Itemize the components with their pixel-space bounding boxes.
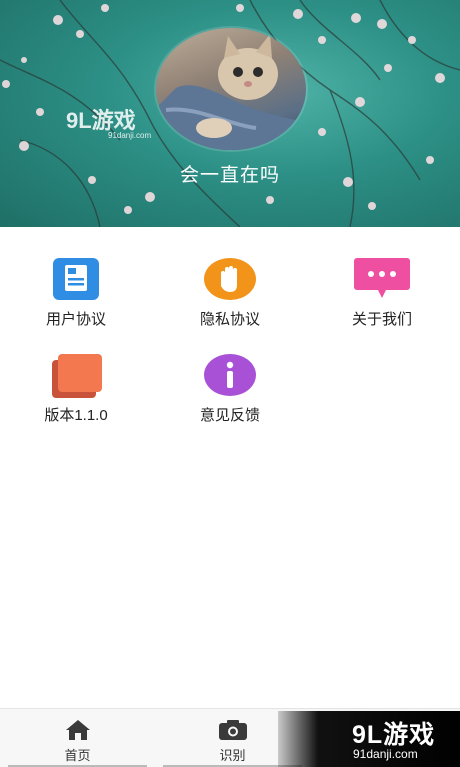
stacked-cards-icon [52, 354, 102, 398]
tab-home-label: 首页 [64, 748, 91, 763]
menu-label: 版本1.1.0 [44, 407, 108, 424]
tab-home[interactable]: 首页 [0, 709, 155, 767]
document-icon [52, 258, 100, 300]
menu-label: 隐私协议 [199, 311, 260, 328]
cat-photo-icon [156, 34, 306, 150]
info-icon [204, 354, 256, 396]
menu-about-us[interactable]: 关于我们 [322, 258, 442, 329]
watermark-logo: 9L游戏 91danji.com [66, 108, 151, 140]
menu-version[interactable]: 版本1.1.0 [16, 354, 136, 425]
profile-header: 9L游戏 91danji.com 会一直在吗 [0, 0, 460, 227]
watermark-logo-text: 9L游戏 [66, 108, 136, 133]
brand-logo: 9L游戏 [352, 721, 436, 749]
menu-feedback[interactable]: 意见反馈 [170, 354, 290, 425]
chat-bubble-icon [354, 258, 410, 300]
menu-label: 用户协议 [45, 311, 106, 328]
avatar[interactable] [156, 28, 306, 150]
menu-label: 关于我们 [351, 311, 412, 328]
menu-label: 意见反馈 [199, 407, 260, 424]
watermark-url: 91danji.com [108, 131, 151, 140]
camera-icon [218, 720, 247, 740]
menu-user-agreement[interactable]: 用户协议 [16, 258, 136, 329]
menu-privacy-policy[interactable]: 隐私协议 [170, 258, 290, 329]
hand-icon [204, 258, 256, 300]
username: 会一直在吗 [179, 165, 280, 186]
brand-url: 91danji.com [353, 747, 418, 761]
home-icon [65, 720, 90, 740]
